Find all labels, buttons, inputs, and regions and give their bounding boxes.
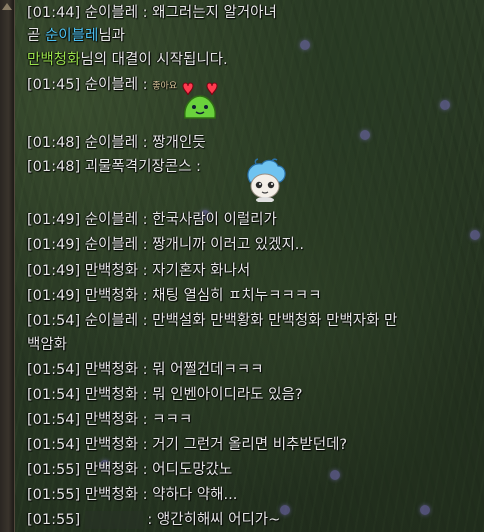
chat-line: [01:54] 만백청화 : 거기 그런거 올리면 비추받던데? (27, 437, 348, 453)
chat-line: [01:49] 순이블레 : 한국사람이 이럴리가 (27, 212, 277, 228)
chat-line: [01:55] 만백청화 : 어디도망갔노 (27, 462, 233, 478)
blue-haired-character-emote (247, 158, 286, 202)
chat-line: [01:55] 만백청화 : 약하다 약해... (27, 487, 238, 503)
emote-caption: 좋아요 (152, 81, 178, 92)
chat-line: [01:44] 순이블레 : 왜그러는지 알거아녀 (27, 5, 277, 21)
chat-line: [01:45] 순이블레 : 좋아요 (27, 77, 178, 93)
system-message: 만백청화님의 대결이 시작됩니다. (27, 52, 228, 68)
chat-line: 백암화 (27, 337, 68, 353)
chat-line: [01:49] 만백청화 : 자기혼자 화나서 (27, 263, 251, 279)
chat-line: [01:54] 순이블레 : 만백설화 만백황화 만백청화 만백자화 만 (27, 313, 398, 329)
system-message: 곧 순이블레님과 (27, 28, 126, 44)
player-name: 순이블레 (44, 28, 99, 44)
chat-line: [01:49] 순이블레 : 짱개니까 이러고 있겠지.. (27, 237, 305, 253)
chat-line: [01:55] : 앵간히해씨 어디가~ (27, 511, 281, 529)
chat-window-edge (0, 0, 15, 532)
heart-frog-emote (182, 82, 218, 119)
player-name: 만백청화 (27, 52, 81, 68)
chat-line: [01:48] 괴물폭격기장콘스 : (27, 159, 201, 175)
chat-line: [01:48] 순이블레 : 짱개인듯 (27, 135, 206, 151)
chat-line: [01:54] 만백청화 : 뭐 어쩔건데ㅋㅋㅋ (27, 362, 264, 378)
chat-line: [01:54] 만백청화 : ㅋㅋㅋ (27, 412, 193, 428)
chat-line: [01:49] 만백청화 : 채팅 열심히 ㅍ치누ㅋㅋㅋㅋ (27, 288, 322, 304)
redacted-name (84, 511, 143, 529)
chat-line: [01:54] 만백청화 : 뭐 인벤아이디라도 있음? (27, 387, 303, 403)
